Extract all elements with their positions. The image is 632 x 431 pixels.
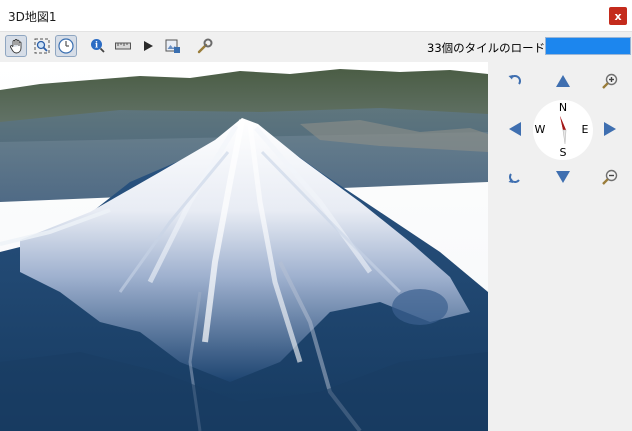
zoom-in-icon [602, 73, 618, 89]
animation-button[interactable] [137, 35, 159, 57]
zoom-full-icon [34, 38, 50, 54]
zoom-out-icon [602, 169, 618, 185]
play-icon [144, 41, 153, 51]
pan-tool-button[interactable] [5, 35, 27, 57]
rotate-left-icon [508, 75, 521, 85]
wrench-icon [197, 38, 213, 54]
window-title: 3D地図1 [8, 10, 57, 24]
progress-fill [546, 38, 630, 54]
navigation-panel: N S E W [488, 62, 632, 431]
zoom-in-button[interactable] [601, 72, 619, 90]
tilt-up-icon [556, 75, 570, 87]
title-bar: 3D地図1 x [0, 0, 632, 32]
hand-icon [10, 39, 22, 54]
compass-west-label: W [534, 123, 546, 136]
loading-progress-bar [545, 37, 631, 55]
rotate-right-button[interactable] [506, 168, 524, 186]
move-left-button[interactable] [506, 120, 524, 138]
toolbar: i 33個のタイルのロード中 [0, 32, 632, 62]
compass-north-label: N [558, 101, 568, 114]
rotate-right-icon [508, 173, 520, 183]
move-left-icon [509, 122, 521, 136]
terrain-scene [0, 62, 488, 431]
identify-button[interactable]: i [87, 35, 109, 57]
export-image-button[interactable] [162, 35, 184, 57]
zoom-full-button[interactable] [31, 35, 53, 57]
move-right-icon [604, 122, 616, 136]
close-button[interactable]: x [609, 7, 627, 25]
compass-south-label: S [559, 146, 567, 159]
move-right-button[interactable] [601, 120, 619, 138]
tile-loading-status: 33個のタイルのロード中 [427, 41, 557, 55]
export-image-icon [165, 39, 180, 53]
zoom-out-button[interactable] [601, 168, 619, 186]
ruler-icon [115, 42, 131, 50]
tilt-down-button[interactable] [554, 168, 572, 186]
map-3d-canvas[interactable] [0, 62, 488, 431]
svg-text:i: i [95, 40, 98, 50]
compass-east-label: E [581, 123, 589, 136]
tilt-down-icon [556, 171, 570, 183]
compass[interactable]: N S E W [533, 100, 593, 160]
reset-view-button[interactable] [55, 35, 77, 57]
measure-button[interactable] [112, 35, 134, 57]
rotate-left-button[interactable] [506, 72, 524, 90]
configure-button[interactable] [194, 35, 216, 57]
compass-reset-icon [58, 38, 74, 54]
identify-icon: i [91, 39, 105, 53]
tilt-up-button[interactable] [554, 72, 572, 90]
